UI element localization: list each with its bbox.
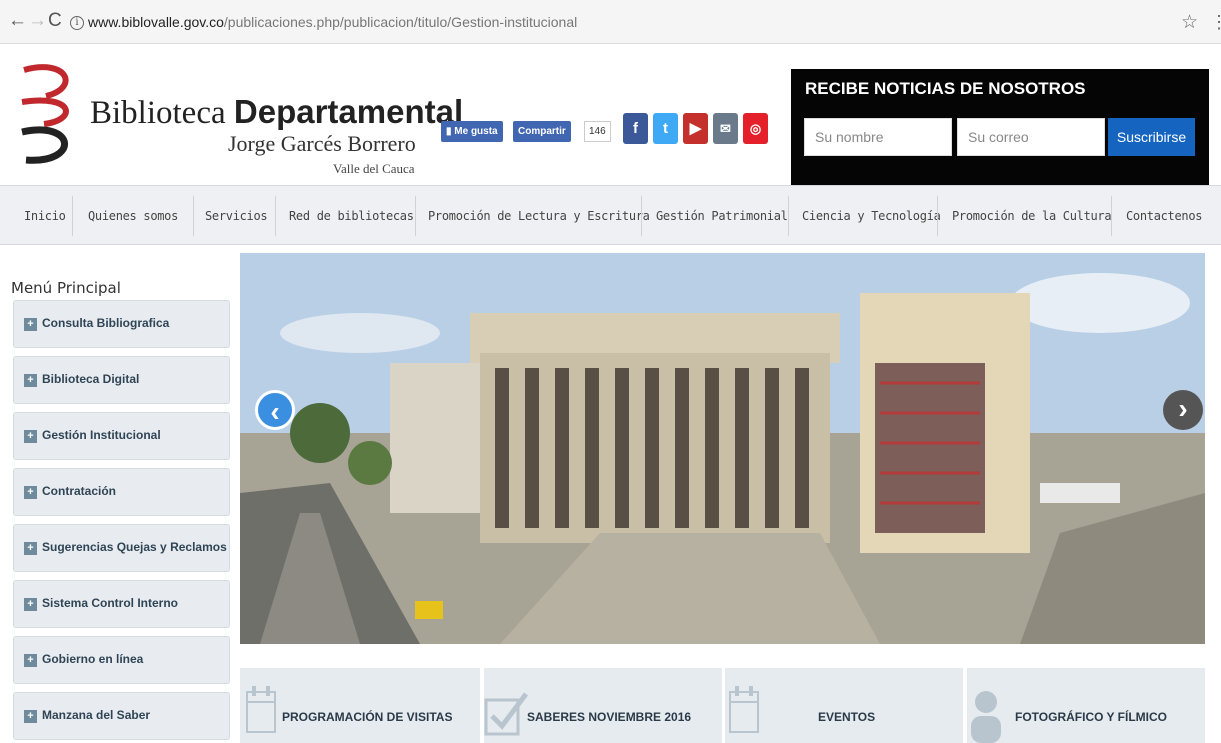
calendar-icon: [729, 686, 759, 733]
sidebar-item-label: Biblioteca Digital: [42, 372, 140, 386]
card-saberes[interactable]: SABERES NOVIEMBRE 2016: [484, 668, 722, 743]
brand-title[interactable]: Biblioteca Departamental: [90, 93, 463, 132]
sidebar-item-sugerencias[interactable]: + Sugerencias Quejas y Reclamos: [13, 524, 230, 572]
sidebar-item-label: Sugerencias Quejas y Reclamos: [42, 540, 227, 554]
calendar-icon: [246, 686, 276, 733]
menu-item-contactenos[interactable]: Contactenos: [1126, 186, 1202, 246]
sidebar-item-label: Manzana del Saber: [42, 708, 151, 722]
sidebar-item-label: Contratación: [42, 484, 117, 498]
sidebar-item-label: Consulta Bibliografica: [42, 316, 170, 330]
card-title: SABERES NOVIEMBRE 2016: [527, 710, 692, 724]
sidebar-item-manzana[interactable]: + Manzana del Saber: [13, 692, 230, 740]
card-title: PROGRAMACIÓN DE VISITAS: [282, 710, 453, 724]
slider-prev-icon[interactable]: ‹: [255, 390, 295, 430]
share-label: Compartir: [518, 126, 566, 137]
url-domain: www.biblovalle.gov.co: [88, 14, 224, 30]
instagram-icon[interactable]: ◎: [743, 113, 768, 144]
sidebar-item-biblioteca-digital[interactable]: + Biblioteca Digital: [13, 356, 230, 404]
reload-icon[interactable]: C: [48, 11, 62, 31]
menu-item-servicios[interactable]: Servicios: [205, 186, 268, 246]
facebook-icon[interactable]: f: [623, 113, 648, 144]
like-label: Me gusta: [454, 126, 498, 137]
sidebar-title: Menú Principal: [11, 279, 121, 297]
brand-title-a: Biblioteca: [90, 95, 234, 131]
plus-icon: +: [24, 430, 37, 443]
info-icon[interactable]: i: [70, 16, 84, 30]
card-title: EVENTOS: [818, 710, 876, 724]
menu-item-ciencia-tecnologia[interactable]: Ciencia y Tecnología: [802, 186, 941, 246]
card-title: FOTOGRÁFICO Y FÍLMICO: [1015, 710, 1168, 724]
browser-toolbar: ← → C i www.biblovalle.gov.co/publicacio…: [0, 0, 1221, 44]
library-logo-icon[interactable]: [18, 60, 78, 170]
facebook-like-button[interactable]: ▮ Me gusta: [441, 121, 503, 142]
newsletter-name-input[interactable]: Su nombre: [804, 118, 952, 156]
menu-item-red-bibliotecas[interactable]: Red de bibliotecas: [289, 186, 414, 246]
card-eventos[interactable]: EVENTOS: [725, 668, 963, 743]
plus-icon: +: [24, 374, 37, 387]
sidebar-item-control-interno[interactable]: + Sistema Control Interno: [13, 580, 230, 628]
mail-icon[interactable]: ✉: [713, 113, 738, 144]
facebook-share-button[interactable]: Compartir: [513, 121, 571, 142]
newsletter-title: RECIBE NOTICIAS DE NOSOTROS: [805, 79, 1086, 98]
main-menu: Inicio Quienes somos Servicios Red de bi…: [0, 185, 1221, 245]
newsletter-email-input[interactable]: Su correo: [957, 118, 1105, 156]
sidebar-item-consulta[interactable]: + Consulta Bibliografica: [13, 300, 230, 348]
sidebar-item-label: Gestión Institucional: [42, 428, 161, 442]
menu-item-promocion-lectura[interactable]: Promoción de Lectura y Escritura: [428, 186, 650, 246]
sidebar-item-gestion-institucional[interactable]: + Gestión Institucional: [13, 412, 230, 460]
plus-icon: +: [24, 598, 37, 611]
forward-icon[interactable]: →: [28, 11, 47, 31]
menu-item-gestion-patrimonial[interactable]: Gestión Patrimonial: [656, 186, 788, 246]
plus-icon: +: [24, 542, 37, 555]
card-fotografico[interactable]: FOTOGRÁFICO Y FÍLMICO: [967, 668, 1205, 743]
checkbox-icon: [484, 692, 528, 736]
brand-region: Valle del Cauca: [333, 161, 415, 176]
sidebar-item-contratacion[interactable]: + Contratación: [13, 468, 230, 516]
plus-icon: +: [24, 654, 37, 667]
address-bar[interactable]: www.biblovalle.gov.co/publicaciones.php/…: [88, 14, 577, 30]
menu-item-quienes-somos[interactable]: Quienes somos: [88, 186, 178, 246]
sidebar-item-label: Gobierno en línea: [42, 652, 144, 666]
building-photo: [240, 253, 1205, 644]
back-icon[interactable]: ←: [8, 11, 27, 31]
hero-slider[interactable]: [240, 253, 1205, 644]
sidebar-item-label: Sistema Control Interno: [42, 596, 179, 610]
menu-item-promocion-cultura[interactable]: Promoción de la Cultura: [952, 186, 1112, 246]
youtube-icon[interactable]: ▶: [683, 113, 708, 144]
bookmark-star-icon[interactable]: ☆: [1181, 11, 1198, 34]
subscribe-button[interactable]: Suscribirse: [1108, 118, 1195, 156]
brand-title-b: Departamental: [233, 93, 464, 130]
plus-icon: +: [24, 710, 37, 723]
plus-icon: +: [24, 318, 37, 331]
url-path: /publicaciones.php/publicacion/titulo/Ge…: [223, 14, 578, 30]
share-count: 146: [584, 121, 611, 142]
slider-next-icon[interactable]: ›: [1163, 390, 1203, 430]
browser-menu-icon[interactable]: ⋮: [1210, 12, 1221, 33]
menu-item-inicio[interactable]: Inicio: [24, 186, 66, 246]
card-visitas[interactable]: PROGRAMACIÓN DE VISITAS: [240, 668, 480, 743]
plus-icon: +: [24, 486, 37, 499]
sidebar-item-gobierno[interactable]: + Gobierno en línea: [13, 636, 230, 684]
twitter-icon[interactable]: t: [653, 113, 678, 144]
person-icon: [971, 691, 1001, 743]
brand-subtitle: Jorge Garcés Borrero: [228, 131, 416, 156]
